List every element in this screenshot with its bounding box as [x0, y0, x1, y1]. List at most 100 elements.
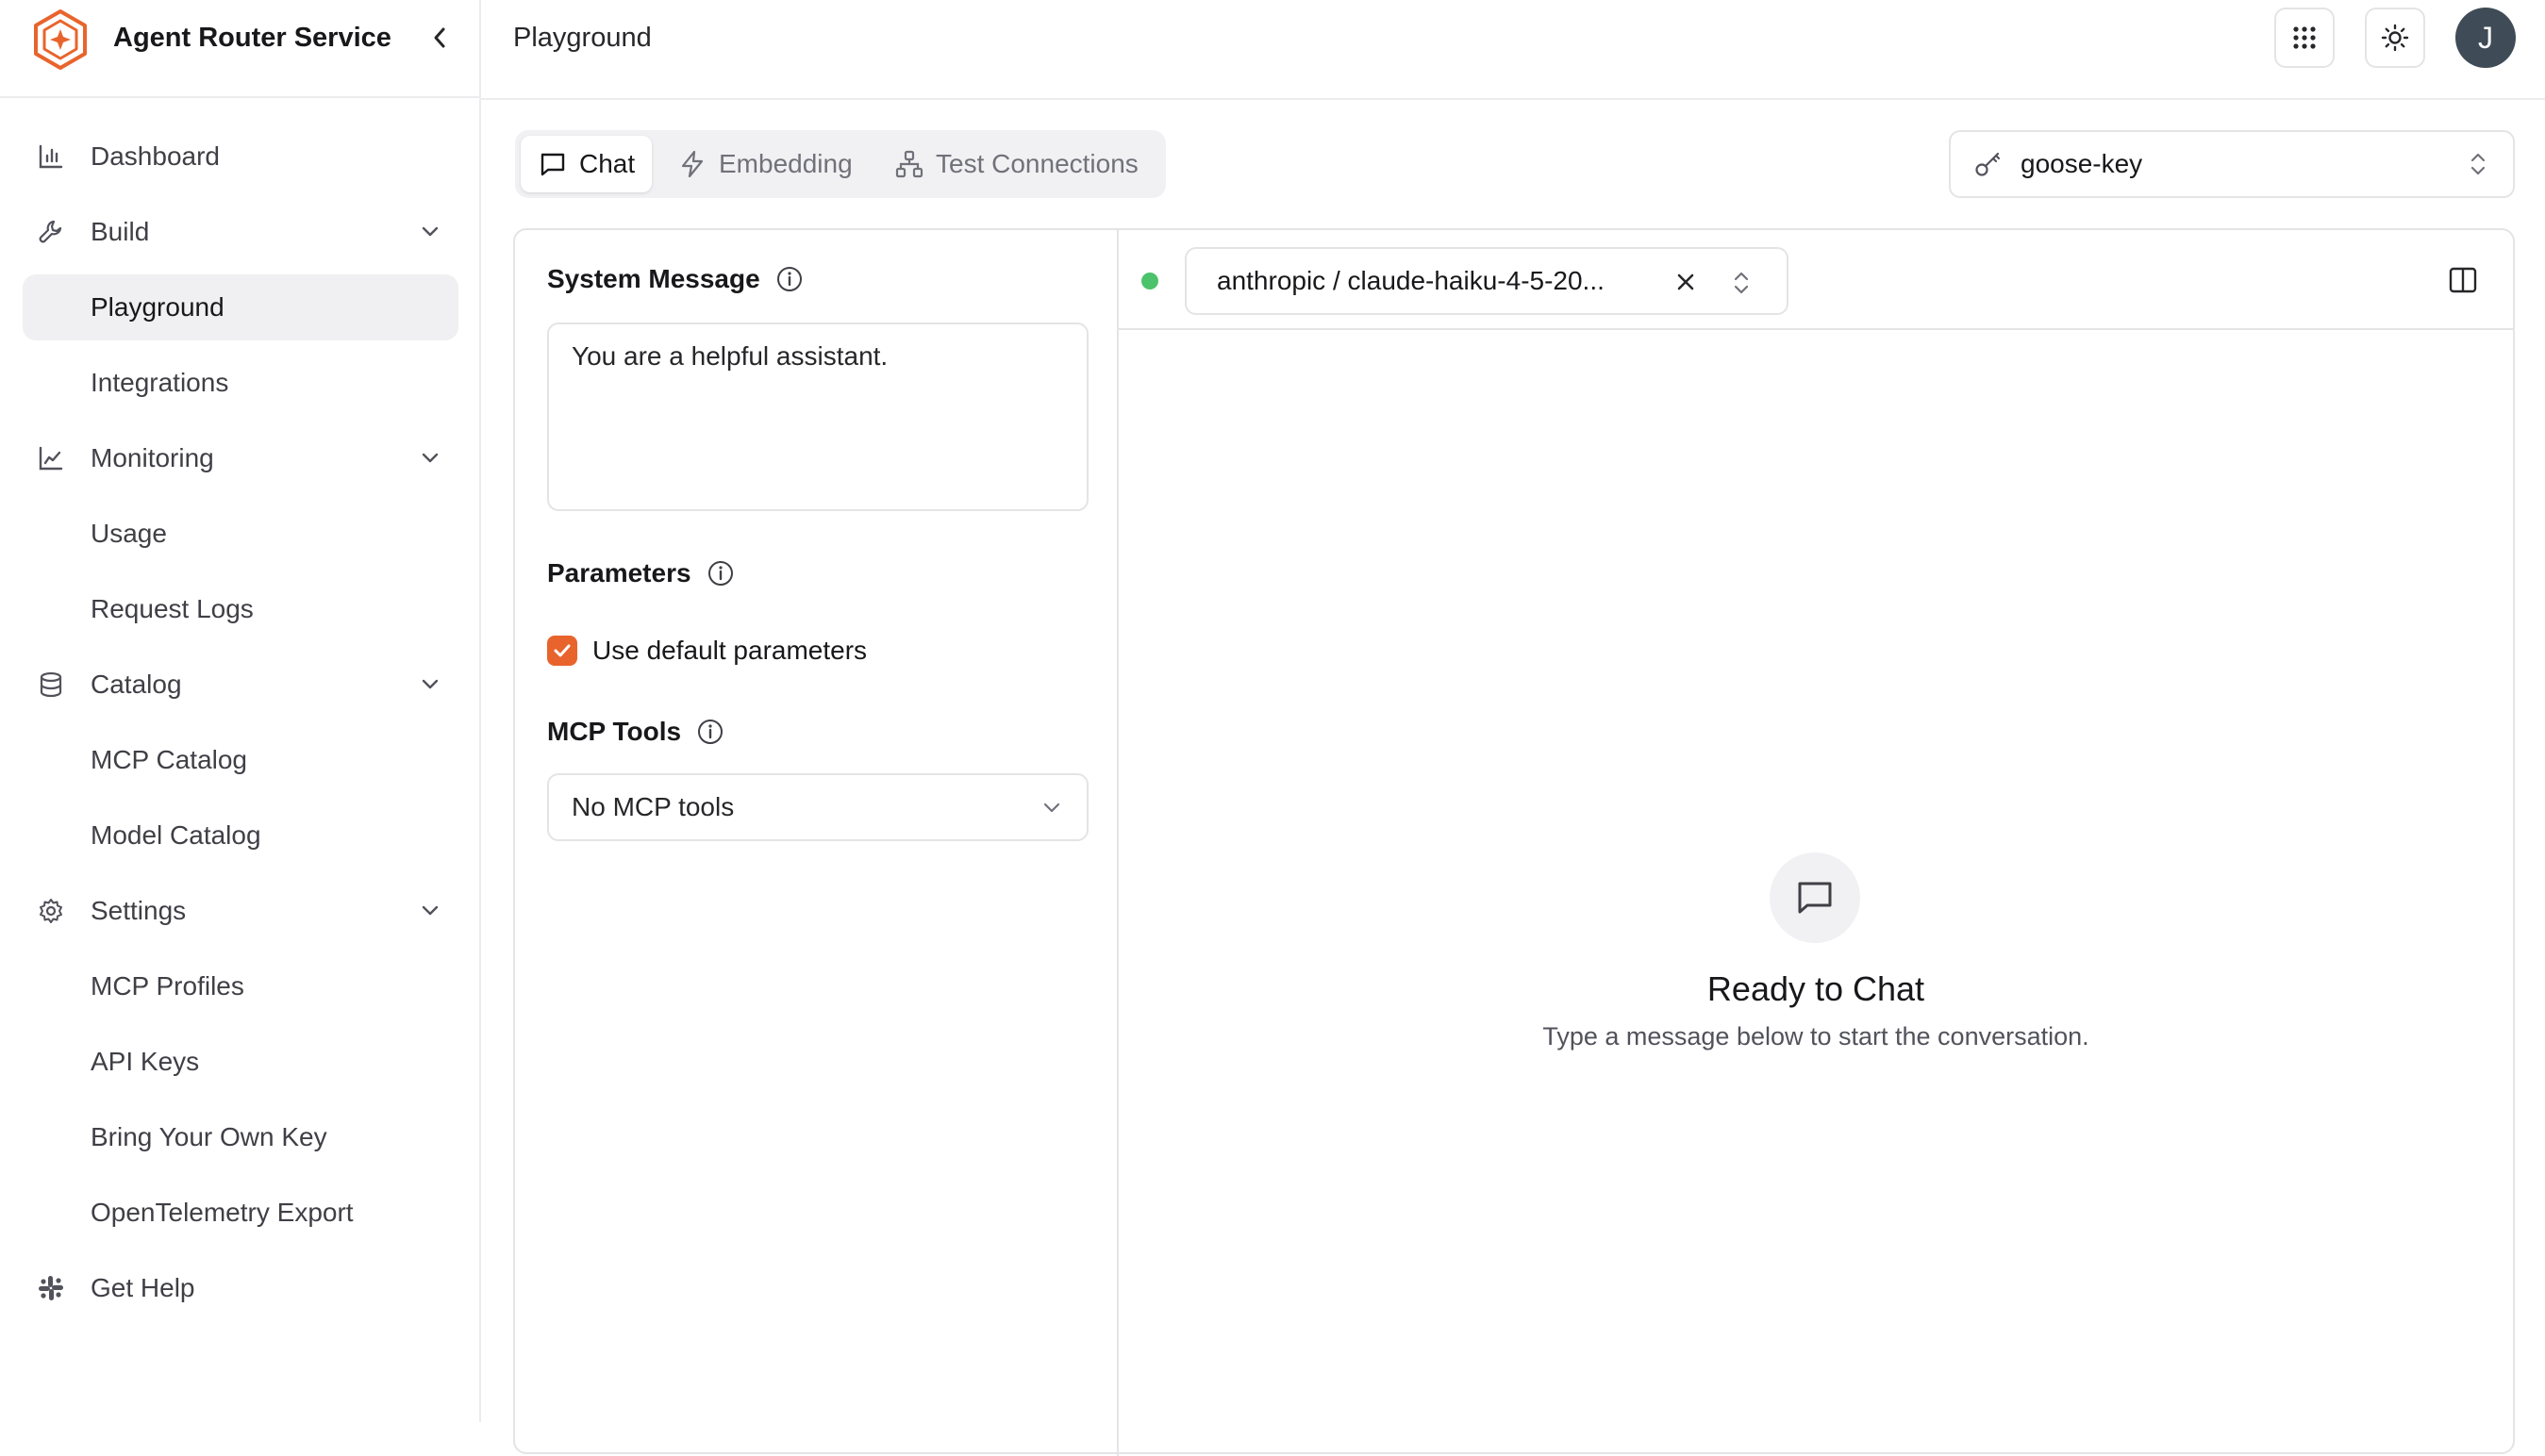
user-avatar[interactable]: J	[2455, 8, 2516, 68]
brand-bar: Agent Router Service	[0, 0, 479, 98]
sun-icon	[2381, 24, 2409, 52]
sidebar-item-label: Model Catalog	[91, 820, 261, 850]
sidebar-item-label: Monitoring	[91, 443, 214, 472]
database-icon	[40, 671, 62, 698]
apps-grid-button[interactable]	[2274, 8, 2335, 68]
sidebar-item-integrations[interactable]: Integrations	[23, 350, 458, 416]
empty-state-subtitle: Type a message below to start the conver…	[1542, 1022, 2089, 1051]
chevrons-up-down-icon	[2470, 153, 2486, 175]
tab-chat[interactable]: Chat	[521, 136, 653, 192]
config-column: System Message You are a helpful assista…	[515, 230, 1119, 1456]
api-key-value: goose-key	[2021, 149, 2143, 178]
sidebar-item-label: Integrations	[91, 368, 229, 397]
sidebar-item-api-keys[interactable]: API Keys	[23, 1029, 458, 1095]
playground-tabs: Chat Embedding Test Connections	[515, 130, 1166, 198]
check-icon	[554, 644, 571, 657]
system-message-input[interactable]: You are a helpful assistant.	[547, 323, 1089, 511]
tab-label: Test Connections	[936, 149, 1139, 178]
sidebar-collapse-button[interactable]	[424, 21, 455, 55]
sidebar-item-model-catalog[interactable]: Model Catalog	[23, 802, 458, 869]
top-header: Playground J	[481, 0, 2545, 100]
sidebar-item-label: Playground	[91, 292, 225, 322]
parameters-heading: Parameters	[547, 558, 735, 588]
sidebar-item-label: Request Logs	[91, 594, 254, 623]
sidebar-item-label: OpenTelemetry Export	[91, 1198, 354, 1227]
empty-chat-badge	[1770, 852, 1860, 943]
message-square-icon	[541, 153, 565, 176]
sidebar-item-request-logs[interactable]: Request Logs	[23, 576, 458, 642]
sidebar-item-label: Catalog	[91, 670, 182, 699]
sidebar-item-label: API Keys	[91, 1047, 200, 1076]
sidebar-item-mcp-catalog[interactable]: MCP Catalog	[23, 727, 458, 793]
info-icon[interactable]	[696, 718, 724, 746]
model-status-indicator	[1141, 273, 1158, 290]
info-icon[interactable]	[707, 559, 735, 587]
grid-icon	[2293, 26, 2316, 49]
key-icon	[1975, 152, 2001, 176]
mcp-tools-label: MCP Tools	[547, 717, 682, 746]
tab-embedding[interactable]: Embedding	[668, 136, 862, 192]
sidebar-item-label: Settings	[91, 896, 187, 925]
split-columns-icon[interactable]	[2447, 264, 2479, 296]
mcp-tools-heading: MCP Tools	[547, 717, 724, 747]
zap-icon	[681, 150, 704, 178]
model-value: anthropic / claude-haiku-4-5-20...	[1217, 266, 1605, 295]
model-select[interactable]: anthropic / claude-haiku-4-5-20...	[1185, 247, 1788, 315]
sidebar-item-catalog[interactable]: Catalog	[23, 652, 458, 718]
playground-panel: System Message You are a helpful assista…	[513, 228, 2515, 1456]
chevron-down-icon	[422, 679, 439, 689]
mcp-tools-select[interactable]: No MCP tools	[547, 773, 1089, 841]
sidebar: Agent Router Service Dashboard Build Pla…	[0, 0, 481, 1422]
sidebar-item-usage[interactable]: Usage	[23, 501, 458, 567]
model-bar: anthropic / claude-haiku-4-5-20...	[1119, 230, 2513, 330]
system-message-label: System Message	[547, 264, 760, 293]
bar-chart-icon	[39, 144, 63, 169]
close-icon[interactable]	[1672, 268, 1700, 296]
wrench-icon	[39, 220, 62, 243]
sidebar-item-opentelemetry-export[interactable]: OpenTelemetry Export	[23, 1180, 458, 1246]
app-title: Agent Router Service	[113, 23, 391, 53]
sidebar-item-playground[interactable]: Playground	[23, 274, 458, 340]
tab-label: Chat	[579, 149, 636, 178]
brand-logo-icon[interactable]	[32, 8, 89, 72]
sidebar-item-build[interactable]: Build	[23, 199, 458, 265]
empty-state-title: Ready to Chat	[1706, 969, 1925, 1008]
sidebar-item-label: MCP Catalog	[91, 745, 248, 774]
sidebar-item-label: Get Help	[91, 1273, 195, 1302]
chevron-down-icon	[1043, 802, 1060, 813]
sidebar-item-bring-your-own-key[interactable]: Bring Your Own Key	[23, 1104, 458, 1170]
chevron-down-icon	[422, 453, 439, 463]
sidebar-item-label: Build	[91, 217, 150, 246]
theme-toggle-button[interactable]	[2365, 8, 2425, 68]
use-default-parameters-label: Use default parameters	[592, 636, 868, 665]
use-default-parameters-checkbox[interactable]	[547, 636, 577, 666]
sidebar-item-settings[interactable]: Settings	[23, 878, 458, 944]
sidebar-item-monitoring[interactable]: Monitoring	[23, 425, 458, 491]
mcp-tools-value: No MCP tools	[572, 792, 735, 821]
sidebar-item-label: Bring Your Own Key	[91, 1122, 327, 1151]
sidebar-item-label: Usage	[91, 519, 167, 548]
chevrons-up-down-icon	[1734, 272, 1749, 294]
api-key-select[interactable]: goose-key	[1949, 130, 2515, 198]
chat-column: anthropic / claude-haiku-4-5-20... Ready…	[1119, 230, 2513, 1456]
chevron-down-icon	[422, 226, 439, 237]
gear-icon	[40, 899, 62, 923]
tab-test-connections[interactable]: Test Connections	[885, 136, 1148, 192]
page-title: Playground	[513, 23, 652, 53]
info-icon[interactable]	[775, 265, 804, 293]
slack-icon	[39, 1276, 63, 1300]
parameters-label: Parameters	[547, 558, 691, 587]
sidebar-item-label: MCP Profiles	[91, 971, 244, 1001]
message-square-icon	[1798, 882, 1832, 914]
tab-label: Embedding	[719, 149, 853, 178]
sidebar-item-dashboard[interactable]: Dashboard	[23, 124, 458, 190]
sidebar-item-label: Dashboard	[91, 141, 220, 171]
system-message-heading: System Message	[547, 264, 804, 294]
network-icon	[895, 150, 923, 178]
chevron-left-icon	[434, 27, 445, 48]
line-chart-icon	[39, 446, 63, 471]
sidebar-item-get-help[interactable]: Get Help	[23, 1255, 458, 1321]
use-default-parameters-toggle[interactable]: Use default parameters	[547, 636, 867, 666]
chevron-down-icon	[422, 905, 439, 916]
sidebar-item-mcp-profiles[interactable]: MCP Profiles	[23, 953, 458, 1019]
